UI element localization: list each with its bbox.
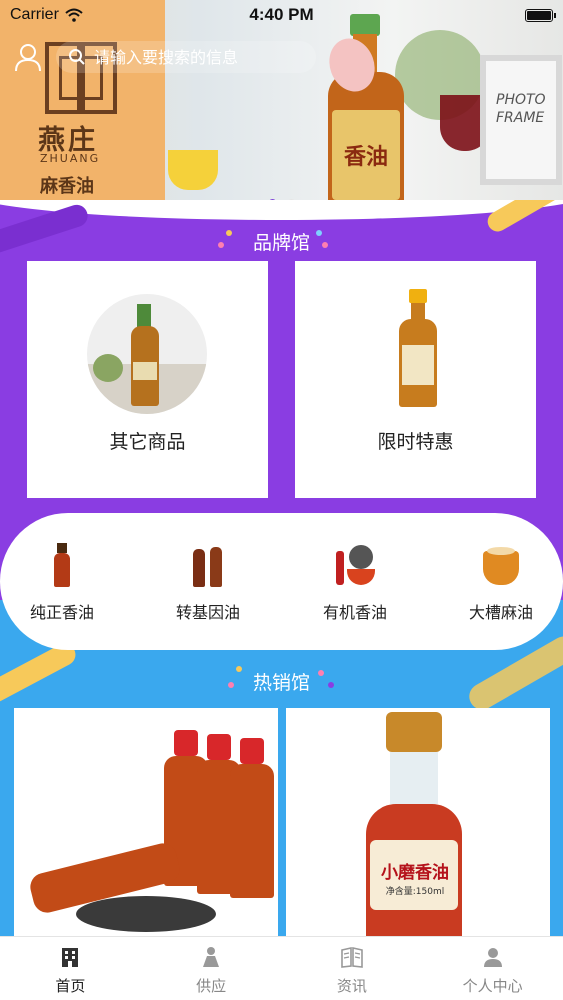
brand-logo-pinyin: ZHUANG xyxy=(40,152,101,165)
status-time: 4:40 PM xyxy=(249,5,314,24)
tab-profile[interactable]: 个人中心 xyxy=(422,937,563,1000)
other-goods-image xyxy=(87,294,207,414)
news-book-icon xyxy=(341,947,363,968)
hot-section: 热销馆 小磨香油 净含量:150ml xyxy=(0,600,563,936)
brand-card-limited-offer[interactable]: 限时特惠 xyxy=(295,261,536,498)
photo-frame-text: PHOTO FRAME xyxy=(496,92,546,127)
profile-icon xyxy=(483,948,502,967)
tab-label: 供应 xyxy=(196,977,227,995)
category-dacao-oil[interactable]: 大槽麻油 xyxy=(441,543,561,623)
oil-bowl-icon xyxy=(479,543,523,589)
brand-card-label: 其它商品 xyxy=(109,431,186,453)
juice-glass xyxy=(168,150,218,190)
hot-product-card[interactable] xyxy=(14,708,278,936)
tab-supply[interactable]: 供应 xyxy=(141,937,282,1000)
battery-icon xyxy=(525,8,556,22)
hot-product-card[interactable]: 小磨香油 净含量:150ml xyxy=(286,708,550,936)
organic-oil-icon xyxy=(333,543,377,589)
hot-product-volume: 净含量:150ml xyxy=(385,887,445,897)
brand-logo-subtitle: 麻香油 xyxy=(40,176,94,197)
search-icon xyxy=(69,49,85,65)
category-label: 转基因油 xyxy=(175,603,240,622)
brand-logo-panel: 燕庄 ZHUANG 麻香油 xyxy=(0,0,165,215)
category-gmo-oil[interactable]: 转基因油 xyxy=(148,543,268,623)
hot-section-title: 热销馆 xyxy=(252,672,310,694)
hot-product-image: 小磨香油 净含量:150ml xyxy=(286,708,550,936)
category-label: 有机香油 xyxy=(322,603,387,622)
search-row xyxy=(14,40,549,74)
photo-frame: PHOTO FRAME xyxy=(480,55,562,185)
banner-carousel[interactable]: 燕庄 ZHUANG 麻香油 香油 PHOTO FRAME xyxy=(0,0,563,215)
category-bar: 纯正香油 转基因油 有机香油 大槽麻油 xyxy=(0,513,563,650)
two-bottles-icon xyxy=(186,543,230,589)
category-label: 纯正香油 xyxy=(29,603,94,622)
brand-card-other-goods[interactable]: 其它商品 xyxy=(27,261,268,498)
search-bar[interactable] xyxy=(56,41,316,73)
limited-offer-image xyxy=(399,289,437,409)
tab-news[interactable]: 资讯 xyxy=(282,937,423,1000)
user-icon[interactable] xyxy=(14,42,42,72)
tab-label: 个人中心 xyxy=(462,977,523,995)
tab-bar: 首页 供应 资讯 个人中心 xyxy=(0,936,563,1000)
status-bar: Carrier 4:40 PM xyxy=(0,0,563,30)
category-organic-oil[interactable]: 有机香油 xyxy=(295,543,415,623)
wifi-icon xyxy=(65,8,83,22)
hot-product-label: 小磨香油 xyxy=(381,863,449,883)
bottle-icon xyxy=(40,543,84,589)
tab-label: 资讯 xyxy=(336,977,367,995)
tab-home[interactable]: 首页 xyxy=(0,937,141,1000)
hot-product-image xyxy=(14,708,278,936)
supply-person-icon xyxy=(203,947,220,967)
carrier-label: Carrier xyxy=(10,6,59,23)
brand-card-label: 限时特惠 xyxy=(377,431,454,453)
category-pure-sesame-oil[interactable]: 纯正香油 xyxy=(2,543,122,623)
category-label: 大槽麻油 xyxy=(468,603,533,622)
banner-bottle-label: 香油 xyxy=(343,145,388,170)
brand-section-title: 品牌馆 xyxy=(252,232,310,254)
home-building-icon xyxy=(62,948,79,967)
tab-label: 首页 xyxy=(55,977,86,995)
search-input[interactable] xyxy=(94,47,304,67)
